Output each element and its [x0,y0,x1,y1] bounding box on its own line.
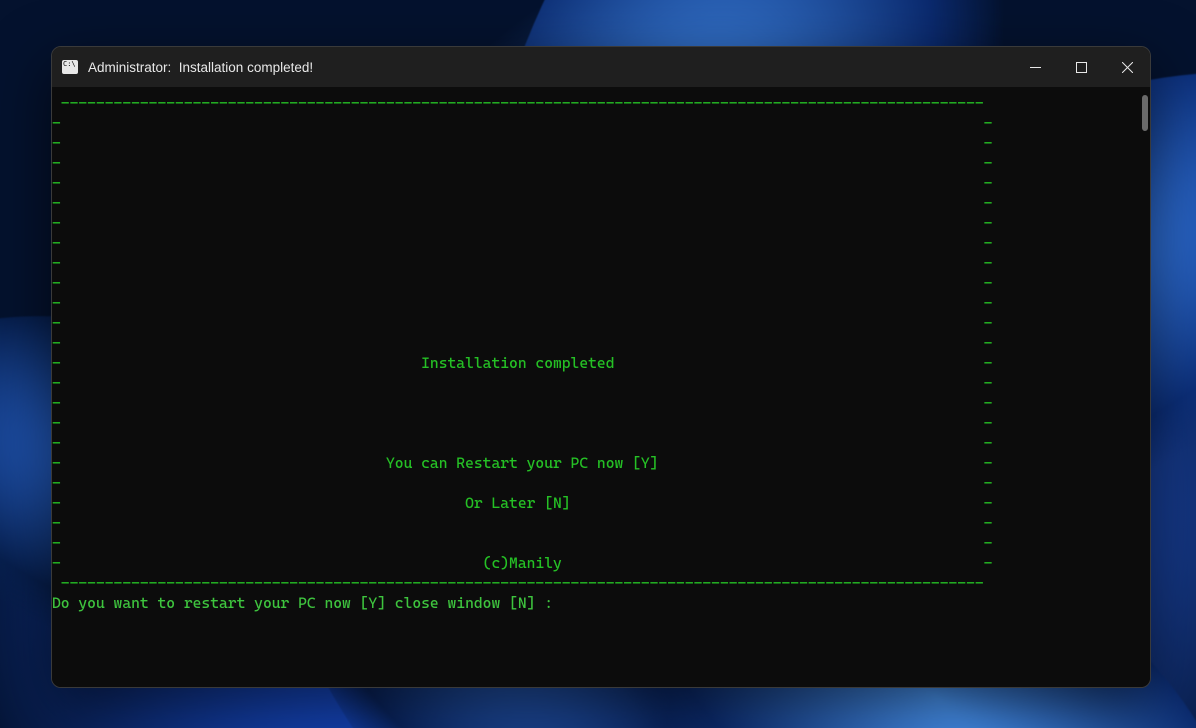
cmd-icon [62,60,78,74]
terminal-content: ----------------------------------------… [52,93,992,613]
window-title: Administrator: Installation completed! [88,60,313,75]
scrollbar-thumb[interactable] [1142,95,1148,131]
maximize-icon [1076,62,1087,73]
minimize-icon [1030,62,1041,73]
ascii-box: ----------------------------------------… [52,93,992,593]
restart-prompt: Do you want to restart your PC now [Y] c… [52,594,553,612]
window-controls [1012,47,1150,87]
minimize-button[interactable] [1012,47,1058,87]
titlebar[interactable]: Administrator: Installation completed! [52,47,1150,87]
close-icon [1122,62,1133,73]
maximize-button[interactable] [1058,47,1104,87]
title-left: Administrator: Installation completed! [52,60,313,75]
close-button[interactable] [1104,47,1150,87]
terminal-window: Administrator: Installation completed! [51,46,1151,688]
terminal-body[interactable]: ----------------------------------------… [52,87,1150,687]
